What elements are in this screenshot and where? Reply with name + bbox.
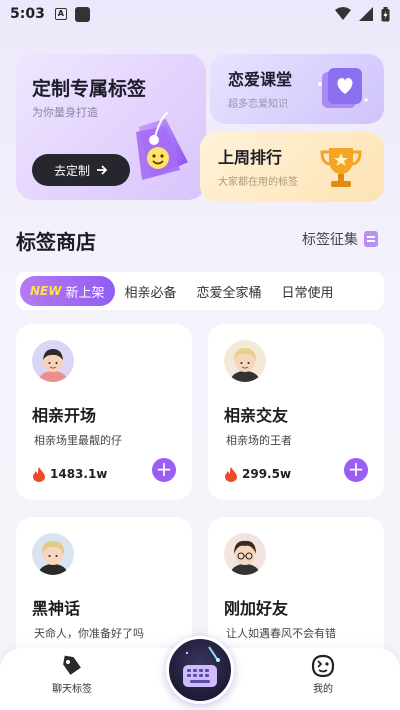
nav-mine[interactable]: 我的 <box>310 654 336 695</box>
card-title: 黑神话 <box>32 599 81 618</box>
notification-square-icon <box>74 6 90 22</box>
tab-new-arrivals[interactable]: NEW 新上架 <box>20 276 115 306</box>
category-tabs: NEW 新上架 相亲必备 恋爱全家桶 日常使用 <box>16 272 384 310</box>
smiley-tag-icon <box>136 111 188 180</box>
popularity-count: 1483.1w <box>50 467 108 481</box>
tag-collection-link[interactable]: 标签征集 <box>302 229 378 249</box>
love-course-subtitle: 超多恋爱知识 <box>228 99 288 110</box>
card-description: 相亲场的王者 <box>226 434 292 447</box>
card-title: 刚加好友 <box>224 599 289 618</box>
custom-tag-banner[interactable]: 定制专属标签 为你量身打造 去定制 <box>16 54 206 200</box>
popularity-count: 299.5w <box>242 467 292 481</box>
tab-daily-use[interactable]: 日常使用 <box>272 276 344 306</box>
nav-label: 聊天标签 <box>52 684 92 695</box>
trophy-icon <box>320 148 362 187</box>
tag-card[interactable]: 相亲开场 相亲场里最靓的仔 1483.1w + <box>16 324 192 500</box>
weekly-rank-banner[interactable]: 上周排行 大家都在用的标签 <box>200 132 384 202</box>
tab-label: 恋爱全家桶 <box>196 285 262 301</box>
avatar <box>32 533 74 575</box>
nav-label: 我的 <box>313 684 333 695</box>
tag-collection-label: 标签征集 <box>302 232 358 248</box>
card-title: 相亲交友 <box>224 406 289 425</box>
tab-blind-date[interactable]: 相亲必备 <box>115 276 187 306</box>
new-badge: NEW <box>30 284 62 298</box>
fire-icon <box>33 467 45 482</box>
card-popularity: 299.5w <box>224 466 291 482</box>
nav-chat-tags[interactable]: 聊天标签 <box>52 654 92 695</box>
avatar <box>32 340 74 382</box>
love-course-banner[interactable]: 恋爱课堂 超多恋爱知识 <box>210 54 384 124</box>
go-customize-label: 去定制 <box>53 163 90 178</box>
card-description: 相亲场里最靓的仔 <box>34 434 122 447</box>
face-icon <box>311 654 335 678</box>
weekly-rank-subtitle: 大家都在用的标签 <box>218 177 298 188</box>
custom-tag-title: 定制专属标签 <box>32 78 147 100</box>
avatar <box>224 533 266 575</box>
tab-label: 相亲必备 <box>124 285 177 301</box>
tab-label: 新上架 <box>65 285 105 301</box>
signal-icon <box>359 7 373 21</box>
card-popularity: 1483.1w <box>32 466 107 482</box>
tab-love-bundle[interactable]: 恋爱全家桶 <box>187 276 272 306</box>
keyboard-icon <box>183 646 220 687</box>
keyboard-fab-button[interactable] <box>166 636 234 704</box>
tag-card[interactable]: 相亲交友 相亲场的王者 299.5w + <box>208 324 384 500</box>
go-customize-button[interactable]: 去定制 <box>32 154 130 186</box>
tab-label: 日常使用 <box>281 285 334 301</box>
wifi-icon <box>335 7 351 20</box>
card-description: 天命人，你准备好了吗 <box>34 627 144 640</box>
battery-icon <box>381 6 390 21</box>
tag-icon <box>63 655 81 675</box>
add-button[interactable]: + <box>152 458 176 482</box>
add-button[interactable]: + <box>344 458 368 482</box>
arrow-right-icon <box>97 165 108 175</box>
status-time: 5:03 <box>10 6 45 22</box>
avatar <box>224 340 266 382</box>
love-course-title: 恋爱课堂 <box>228 70 293 89</box>
tag-shop-title: 标签商店 <box>16 230 96 254</box>
fire-icon <box>225 467 237 482</box>
status-bar: 5:03 A <box>0 0 400 28</box>
weekly-rank-title: 上周排行 <box>218 148 283 167</box>
heart-book-icon <box>318 68 368 108</box>
custom-tag-subtitle: 为你量身打造 <box>32 106 98 119</box>
document-icon <box>364 231 378 247</box>
card-description: 让人如遇春风不会有错 <box>226 627 336 640</box>
card-title: 相亲开场 <box>32 406 97 425</box>
notification-a-icon: A <box>54 8 67 20</box>
